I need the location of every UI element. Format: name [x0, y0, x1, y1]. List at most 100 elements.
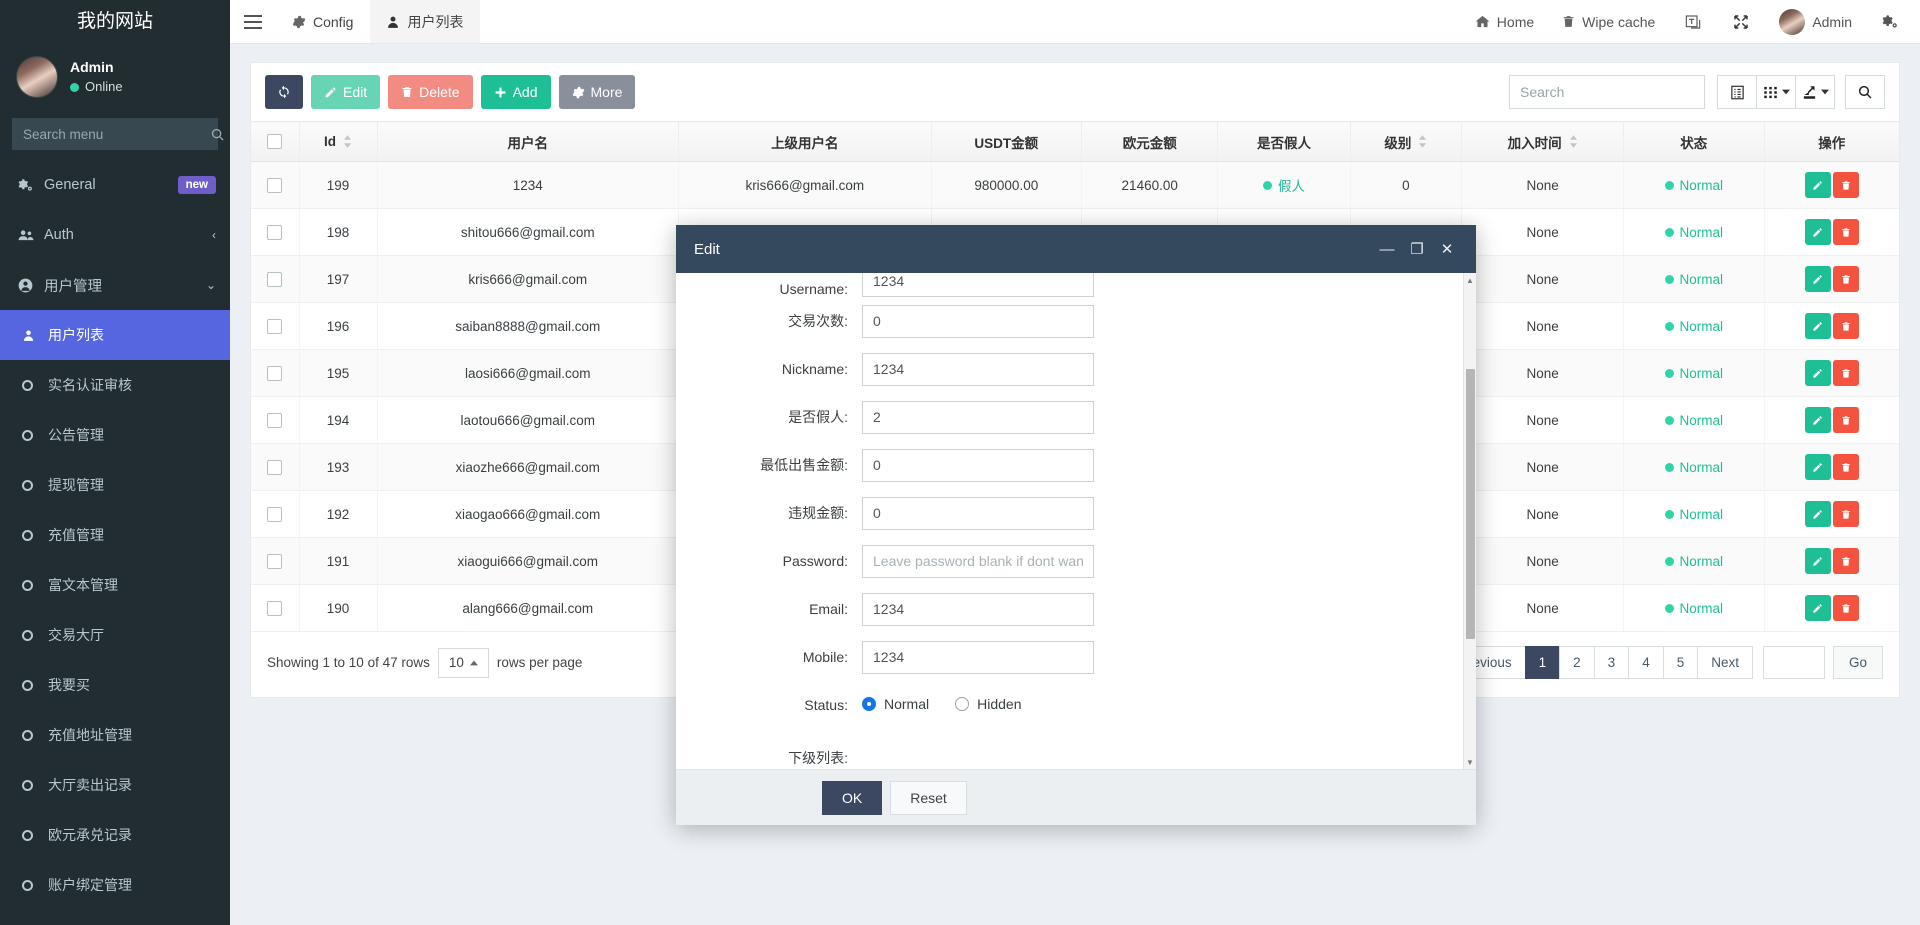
row-edit-button[interactable]	[1805, 219, 1831, 245]
row-edit-button[interactable]	[1805, 172, 1831, 198]
row-edit-button[interactable]	[1805, 501, 1831, 527]
search-input[interactable]	[1509, 75, 1705, 109]
row-delete-button[interactable]	[1833, 219, 1859, 245]
row-edit-button[interactable]	[1805, 407, 1831, 433]
status-option-1[interactable]: Hidden	[955, 696, 1021, 712]
status-option-0[interactable]: Normal	[862, 696, 929, 712]
cell-check[interactable]	[251, 209, 299, 256]
sidebar-item-0[interactable]: Generalnew	[0, 160, 230, 210]
column-header-eur[interactable]: 欧元金额	[1082, 122, 1218, 162]
cell-ops[interactable]	[1764, 585, 1899, 632]
sidebar-item-14[interactable]: 账户绑定管理	[0, 860, 230, 910]
sidebar-item-12[interactable]: 大厅卖出记录	[0, 760, 230, 810]
field-input[interactable]	[862, 593, 1094, 626]
export-button[interactable]	[1795, 75, 1835, 109]
row-checkbox[interactable]	[267, 319, 282, 334]
row-edit-button[interactable]	[1805, 454, 1831, 480]
cell-check[interactable]	[251, 538, 299, 585]
column-header-check[interactable]	[251, 122, 299, 162]
edit-button[interactable]: Edit	[311, 75, 380, 109]
tab-config[interactable]: Config	[276, 0, 370, 43]
cell-check[interactable]	[251, 256, 299, 303]
sidebar-item-1[interactable]: Auth‹	[0, 210, 230, 260]
cell-ops[interactable]	[1764, 538, 1899, 585]
field-input[interactable]	[862, 641, 1094, 674]
row-delete-button[interactable]	[1833, 501, 1859, 527]
sort-icon[interactable]	[343, 135, 352, 148]
sidebar-item-8[interactable]: 富文本管理	[0, 560, 230, 610]
menu-search[interactable]	[12, 118, 218, 150]
row-delete-button[interactable]	[1833, 595, 1859, 621]
sidebar-item-5[interactable]: 公告管理	[0, 410, 230, 460]
radio-icon[interactable]	[955, 697, 969, 711]
column-header-level[interactable]: 级别	[1350, 122, 1462, 162]
column-header-joined[interactable]: 加入时间	[1462, 122, 1624, 162]
select-all-checkbox[interactable]	[267, 134, 282, 149]
nav-wipe-cache[interactable]: Wipe cache	[1548, 0, 1669, 44]
row-delete-button[interactable]	[1833, 313, 1859, 339]
minimize-icon[interactable]: —	[1372, 241, 1402, 258]
sort-icon[interactable]	[1418, 135, 1427, 148]
page-3[interactable]: 3	[1594, 646, 1630, 679]
sort-icon[interactable]	[1569, 135, 1578, 148]
more-button[interactable]: More	[559, 75, 636, 109]
row-checkbox[interactable]	[267, 225, 282, 240]
sidebar-item-4[interactable]: 实名认证审核	[0, 360, 230, 410]
list-view-button[interactable]	[1717, 75, 1757, 109]
page-next[interactable]: Next	[1697, 646, 1753, 679]
column-header-ops[interactable]: 操作	[1764, 122, 1899, 162]
cell-check[interactable]	[251, 491, 299, 538]
sidebar-item-7[interactable]: 充值管理	[0, 510, 230, 560]
column-header-fake[interactable]: 是否假人	[1218, 122, 1350, 162]
page-5[interactable]: 5	[1663, 646, 1699, 679]
ok-button[interactable]: OK	[822, 781, 882, 815]
cell-check[interactable]	[251, 162, 299, 209]
row-delete-button[interactable]	[1833, 360, 1859, 386]
cell-ops[interactable]	[1764, 209, 1899, 256]
row-checkbox[interactable]	[267, 460, 282, 475]
row-checkbox[interactable]	[267, 601, 282, 616]
cell-check[interactable]	[251, 350, 299, 397]
sidebar-item-9[interactable]: 交易大厅	[0, 610, 230, 660]
tab-user-list[interactable]: 用户列表	[370, 0, 480, 43]
columns-button[interactable]	[1756, 75, 1796, 109]
sidebar-user-panel[interactable]: Admin Online	[0, 44, 230, 110]
row-edit-button[interactable]	[1805, 360, 1831, 386]
search-icon[interactable]	[1845, 75, 1885, 109]
cell-ops[interactable]	[1764, 256, 1899, 303]
nav-admin[interactable]: Admin	[1765, 0, 1866, 44]
radio-icon[interactable]	[862, 697, 876, 711]
table-row[interactable]: 1991234kris666@gmail.com980000.0021460.0…	[251, 162, 1899, 209]
column-header-username[interactable]: 用户名	[377, 122, 679, 162]
row-checkbox[interactable]	[267, 507, 282, 522]
field-input[interactable]	[862, 449, 1094, 482]
row-checkbox[interactable]	[267, 272, 282, 287]
sidebar-item-2[interactable]: 用户管理⌄	[0, 260, 230, 310]
column-header-usdt[interactable]: USDT金额	[931, 122, 1081, 162]
page-1[interactable]: 1	[1525, 646, 1561, 679]
row-delete-button[interactable]	[1833, 407, 1859, 433]
column-header-id[interactable]: Id	[299, 122, 377, 162]
search-icon[interactable]	[210, 119, 225, 149]
row-delete-button[interactable]	[1833, 172, 1859, 198]
hamburger-icon[interactable]	[230, 0, 276, 43]
maximize-icon[interactable]: ❐	[1402, 240, 1432, 258]
column-header-status[interactable]: 状态	[1624, 122, 1765, 162]
row-delete-button[interactable]	[1833, 266, 1859, 292]
go-button[interactable]: Go	[1833, 646, 1883, 679]
dialog-scrollbar[interactable]: ▲ ▼	[1463, 273, 1476, 769]
nav-settings[interactable]	[1866, 0, 1914, 44]
search-menu-input[interactable]	[13, 127, 210, 142]
row-delete-button[interactable]	[1833, 454, 1859, 480]
row-edit-button[interactable]	[1805, 595, 1831, 621]
sidebar-item-6[interactable]: 提现管理	[0, 460, 230, 510]
reset-button[interactable]: Reset	[890, 781, 967, 815]
row-checkbox[interactable]	[267, 413, 282, 428]
row-checkbox[interactable]	[267, 178, 282, 193]
field-input[interactable]	[862, 545, 1094, 578]
cell-ops[interactable]	[1764, 491, 1899, 538]
page-4[interactable]: 4	[1628, 646, 1664, 679]
field-input[interactable]	[862, 401, 1094, 434]
scroll-up-arrow-icon[interactable]: ▲	[1464, 273, 1476, 287]
sidebar-item-3[interactable]: 用户列表	[0, 310, 230, 360]
